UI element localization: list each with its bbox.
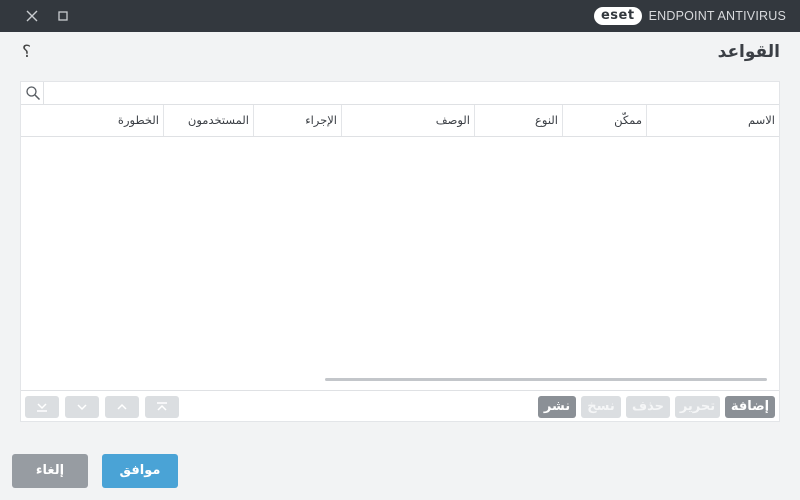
column-header-severity[interactable]: الخطورة bbox=[21, 105, 163, 136]
column-header-users[interactable]: المستخدمون bbox=[163, 105, 253, 136]
horizontal-scrollbar[interactable] bbox=[325, 378, 767, 381]
move-bottom-button[interactable] bbox=[25, 396, 59, 418]
cancel-button[interactable]: إلغاء bbox=[12, 454, 88, 488]
column-header-enabled[interactable]: ممكّن bbox=[562, 105, 646, 136]
column-header-name[interactable]: الاسم bbox=[646, 105, 779, 136]
rules-toolbar: إضافة تحرير حذف نسخ نشر bbox=[21, 390, 779, 422]
brand: eset ENDPOINT ANTIVIRUS bbox=[593, 7, 786, 25]
move-down-button[interactable] bbox=[65, 396, 99, 418]
chevron-down-icon bbox=[77, 404, 87, 411]
help-icon[interactable]: ؟ bbox=[22, 42, 31, 62]
edit-button[interactable]: تحرير bbox=[675, 396, 720, 418]
search-divider bbox=[43, 82, 44, 104]
move-bottom-icon bbox=[37, 403, 47, 412]
ok-button[interactable]: موافق bbox=[102, 454, 178, 488]
chevron-up-icon bbox=[117, 403, 127, 410]
column-header-description[interactable]: الوصف bbox=[341, 105, 474, 136]
eset-logo: eset bbox=[593, 7, 642, 25]
search-icon[interactable] bbox=[25, 85, 41, 101]
product-name: ENDPOINT ANTIVIRUS bbox=[648, 9, 786, 23]
move-up-button[interactable] bbox=[105, 396, 139, 418]
copy-button[interactable]: نسخ bbox=[581, 396, 621, 418]
search-bar bbox=[21, 82, 779, 105]
rules-panel: الاسم ممكّن النوع الوصف الإجراء المستخدم… bbox=[20, 81, 780, 422]
column-header-type[interactable]: النوع bbox=[474, 105, 562, 136]
maximize-icon[interactable] bbox=[55, 8, 71, 24]
column-header-action[interactable]: الإجراء bbox=[253, 105, 341, 136]
publish-button[interactable]: نشر bbox=[538, 396, 576, 418]
move-top-button[interactable] bbox=[145, 396, 179, 418]
page-title: القواعد bbox=[717, 42, 780, 62]
title-bar: eset ENDPOINT ANTIVIRUS bbox=[0, 0, 800, 32]
close-icon[interactable] bbox=[24, 8, 40, 24]
search-input[interactable] bbox=[45, 84, 769, 103]
table-header: الاسم ممكّن النوع الوصف الإجراء المستخدم… bbox=[21, 105, 779, 137]
move-top-icon bbox=[157, 402, 167, 411]
delete-button[interactable]: حذف bbox=[626, 396, 670, 418]
add-button[interactable]: إضافة bbox=[725, 396, 775, 418]
